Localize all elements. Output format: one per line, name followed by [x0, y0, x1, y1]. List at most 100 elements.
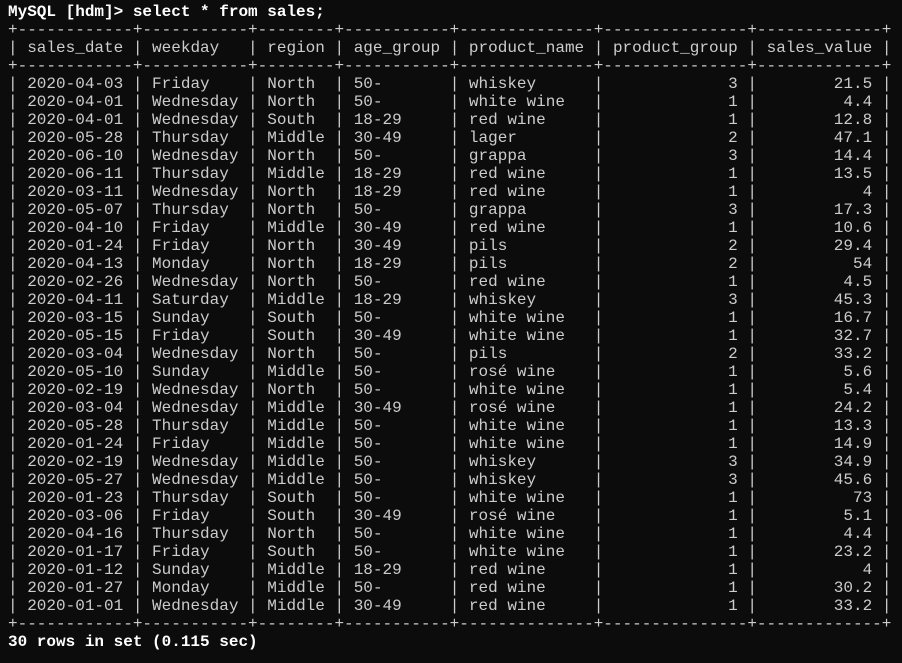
cell-weekday: Wednesday: [152, 111, 239, 129]
cell-weekday: Friday: [152, 75, 239, 93]
table-row: | 2020-01-24 | Friday | Middle | 50- | w…: [8, 435, 892, 453]
cell-product-group: 1: [612, 381, 738, 399]
cell-weekday: Wednesday: [152, 453, 239, 471]
cell-sales-date: 2020-02-19: [27, 453, 124, 471]
cell-sales-value: 30.2: [766, 579, 873, 597]
cell-product-name: pils: [468, 255, 585, 273]
cell-product-name: red wine: [468, 111, 585, 129]
cell-sales-date: 2020-05-28: [27, 417, 124, 435]
cell-product-name: red wine: [468, 579, 585, 597]
cell-sales-value: 32.7: [766, 327, 873, 345]
cell-product-name: red wine: [468, 165, 585, 183]
cell-age-group: 50-: [353, 471, 441, 489]
cell-sales-date: 2020-05-27: [27, 471, 124, 489]
cell-product-name: red wine: [468, 561, 585, 579]
cell-weekday: Wednesday: [152, 93, 239, 111]
cell-product-name: rosé wine: [468, 399, 585, 417]
table-row: | 2020-01-24 | Friday | North | 30-49 | …: [8, 237, 892, 255]
cell-sales-date: 2020-05-10: [27, 363, 124, 381]
cell-age-group: 50-: [353, 273, 441, 291]
cell-weekday: Thursday: [152, 201, 239, 219]
cell-region: South: [267, 543, 325, 561]
cell-sales-date: 2020-01-24: [27, 237, 124, 255]
column-header-region: region: [267, 39, 325, 57]
cell-region: Middle: [267, 129, 325, 147]
cell-age-group: 50-: [353, 453, 441, 471]
cell-product-group: 1: [612, 507, 738, 525]
cell-product-group: 1: [612, 417, 738, 435]
cell-weekday: Saturday: [152, 291, 239, 309]
cell-region: North: [267, 345, 325, 363]
table-row: | 2020-04-10 | Friday | Middle | 30-49 |…: [8, 219, 892, 237]
cell-product-name: whiskey: [468, 471, 585, 489]
cell-region: Middle: [267, 417, 325, 435]
cell-sales-date: 2020-02-19: [27, 381, 124, 399]
cell-region: Middle: [267, 471, 325, 489]
cell-weekday: Friday: [152, 327, 239, 345]
cell-sales-value: 54: [766, 255, 873, 273]
cell-region: South: [267, 111, 325, 129]
cell-product-name: lager: [468, 129, 585, 147]
cell-age-group: 50-: [353, 543, 441, 561]
cell-product-name: whiskey: [468, 453, 585, 471]
cell-region: Middle: [267, 435, 325, 453]
cell-sales-date: 2020-06-10: [27, 147, 124, 165]
cell-product-group: 1: [612, 363, 738, 381]
cell-age-group: 18-29: [353, 561, 441, 579]
cell-sales-date: 2020-04-01: [27, 111, 124, 129]
table-row: | 2020-04-13 | Monday | North | 18-29 | …: [8, 255, 892, 273]
cell-product-name: white wine: [468, 93, 585, 111]
cell-region: South: [267, 309, 325, 327]
cell-product-name: rosé wine: [468, 363, 585, 381]
terminal-window[interactable]: MySQL [hdm]> select * from sales; +-----…: [0, 0, 902, 663]
cell-product-group: 1: [612, 579, 738, 597]
cell-product-group: 1: [612, 165, 738, 183]
cell-sales-date: 2020-03-06: [27, 507, 124, 525]
cell-weekday: Sunday: [152, 561, 239, 579]
table-row: | 2020-03-04 | Wednesday | North | 50- |…: [8, 345, 892, 363]
cell-sales-date: 2020-03-15: [27, 309, 124, 327]
table-row: | 2020-01-12 | Sunday | Middle | 18-29 |…: [8, 561, 892, 579]
cell-product-group: 2: [612, 129, 738, 147]
cell-age-group: 18-29: [353, 111, 441, 129]
cell-sales-date: 2020-01-01: [27, 597, 124, 615]
cell-product-name: white wine: [468, 435, 585, 453]
cell-sales-date: 2020-01-23: [27, 489, 124, 507]
cell-region: North: [267, 255, 325, 273]
cell-sales-date: 2020-01-24: [27, 435, 124, 453]
cell-weekday: Wednesday: [152, 399, 239, 417]
cell-age-group: 18-29: [353, 255, 441, 273]
cell-product-group: 1: [612, 93, 738, 111]
column-header-age-group: age_group: [353, 39, 441, 57]
cell-region: South: [267, 327, 325, 345]
cell-region: Middle: [267, 597, 325, 615]
cell-sales-date: 2020-04-01: [27, 93, 124, 111]
table-row: | 2020-03-06 | Friday | South | 30-49 | …: [8, 507, 892, 525]
cell-sales-value: 13.3: [766, 417, 873, 435]
cell-product-group: 3: [612, 75, 738, 93]
cell-product-group: 3: [612, 147, 738, 165]
cell-sales-value: 16.7: [766, 309, 873, 327]
cell-sales-value: 73: [766, 489, 873, 507]
cell-sales-value: 4: [766, 183, 873, 201]
cell-product-name: whiskey: [468, 291, 585, 309]
cell-product-name: pils: [468, 345, 585, 363]
cell-sales-value: 5.1: [766, 507, 873, 525]
cell-age-group: 50-: [353, 75, 441, 93]
cell-sales-date: 2020-04-10: [27, 219, 124, 237]
cell-age-group: 50-: [353, 309, 441, 327]
cell-sales-date: 2020-04-13: [27, 255, 124, 273]
column-header-product-name: product_name: [468, 39, 585, 57]
cell-region: North: [267, 93, 325, 111]
cell-weekday: Wednesday: [152, 183, 239, 201]
table-row: | 2020-04-16 | Thursday | North | 50- | …: [8, 525, 892, 543]
table-row: | 2020-02-19 | Wednesday | North | 50- |…: [8, 381, 892, 399]
cell-age-group: 50-: [353, 345, 441, 363]
cell-product-group: 1: [612, 273, 738, 291]
table-row: | 2020-06-10 | Wednesday | North | 50- |…: [8, 147, 892, 165]
cell-age-group: 30-49: [353, 129, 441, 147]
cell-sales-value: 45.6: [766, 471, 873, 489]
cell-weekday: Friday: [152, 435, 239, 453]
cell-age-group: 30-49: [353, 237, 441, 255]
table-row: | 2020-05-27 | Wednesday | Middle | 50- …: [8, 471, 892, 489]
